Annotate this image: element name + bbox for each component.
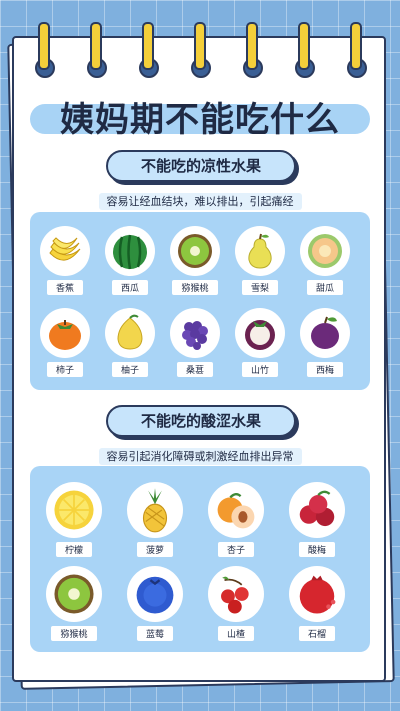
pineapple-icon [142,488,168,533]
melon-icon [308,234,342,268]
fruit-label: 猕猴桃 [51,626,97,641]
fruit-label: 柠檬 [55,542,92,557]
blueberry-icon [136,576,174,614]
fruit-item: 西梅 [293,308,357,377]
watermelon-icon [113,234,147,270]
fruit-item: 柿子 [33,308,97,377]
pear-icon [248,233,272,269]
fruit-item: 山楂 [204,566,268,641]
fruit-label: 猕猴桃 [172,280,218,295]
binder-ring [243,22,263,78]
fruit-label: 柚子 [111,362,148,377]
section-title-sour-fruits: 不能吃的酸涩水果 [106,405,296,437]
lemon-icon [54,490,94,530]
mulberry-icon [182,321,208,350]
fruit-label: 柿子 [46,362,83,377]
binder-ring [191,22,211,78]
fruit-item: 柚子 [98,308,162,377]
fruit-item: 桑葚 [163,308,227,377]
binder-ring [295,22,315,78]
section-subtitle: 容易引起消化障碍或刺激经血排出异常 [0,448,400,465]
plum-icon [311,316,339,349]
fruit-label: 菠萝 [136,542,173,557]
fruit-item: 蓝莓 [123,566,187,641]
fruit-label: 杏子 [217,542,254,557]
binder-ring [347,22,367,78]
fruit-item: 石榴 [285,566,349,641]
fruit-label: 西瓜 [111,280,148,295]
kiwi-icon [54,574,94,614]
fruit-item: 酸梅 [285,482,349,557]
section-subtitle: 容易让经血结块，难以排出，引起痛经 [0,193,400,210]
fruit-panel-sour: 柠檬 菠萝 杏子 酸梅 猕猴桃 蓝莓 山楂 石榴 [30,466,370,652]
pomegranate-icon [299,575,336,614]
kiwi-icon [178,234,212,268]
fruit-label: 香蕉 [46,280,83,295]
fruit-label: 桑葚 [176,362,213,377]
fruit-item: 菠萝 [123,482,187,557]
fruit-item: 雪梨 [228,226,292,295]
persimmon-icon [49,320,81,350]
fruit-label: 山楂 [217,626,254,641]
section-title-cool-fruits: 不能吃的凉性水果 [106,150,296,182]
pomelo-icon [117,314,143,350]
fruit-label: 蓝莓 [136,626,173,641]
fruit-item: 柠檬 [42,482,106,557]
fruit-item: 猕猴桃 [163,226,227,295]
banana-icon [49,237,81,261]
fruit-item: 西瓜 [98,226,162,295]
fruit-panel-cool: 香蕉 西瓜 猕猴桃 雪梨 甜瓜 柿子 柚子 桑葚 山竹 西梅 [30,212,370,390]
fruit-label: 雪梨 [241,280,278,295]
sour-plum-icon [299,490,335,527]
binder-ring [87,22,107,78]
fruit-label: 西梅 [306,362,343,377]
hawthorn-icon [221,576,249,614]
fruit-item: 杏子 [204,482,268,557]
fruit-item: 甜瓜 [293,226,357,295]
fruit-label: 石榴 [298,626,335,641]
fruit-item: 猕猴桃 [42,566,106,641]
fruit-item: 山竹 [228,308,292,377]
apricot-icon [217,493,255,529]
fruit-item: 香蕉 [33,226,97,295]
binder-ring [139,22,159,78]
binder-ring [35,22,55,78]
fruit-label: 酸梅 [298,542,335,557]
fruit-label: 甜瓜 [306,280,343,295]
fruit-label: 山竹 [241,362,278,377]
page-title: 姨妈期不能吃什么 [60,100,340,140]
mangosteen-icon [245,320,275,350]
page-title-block: 姨妈期不能吃什么 [30,92,370,140]
